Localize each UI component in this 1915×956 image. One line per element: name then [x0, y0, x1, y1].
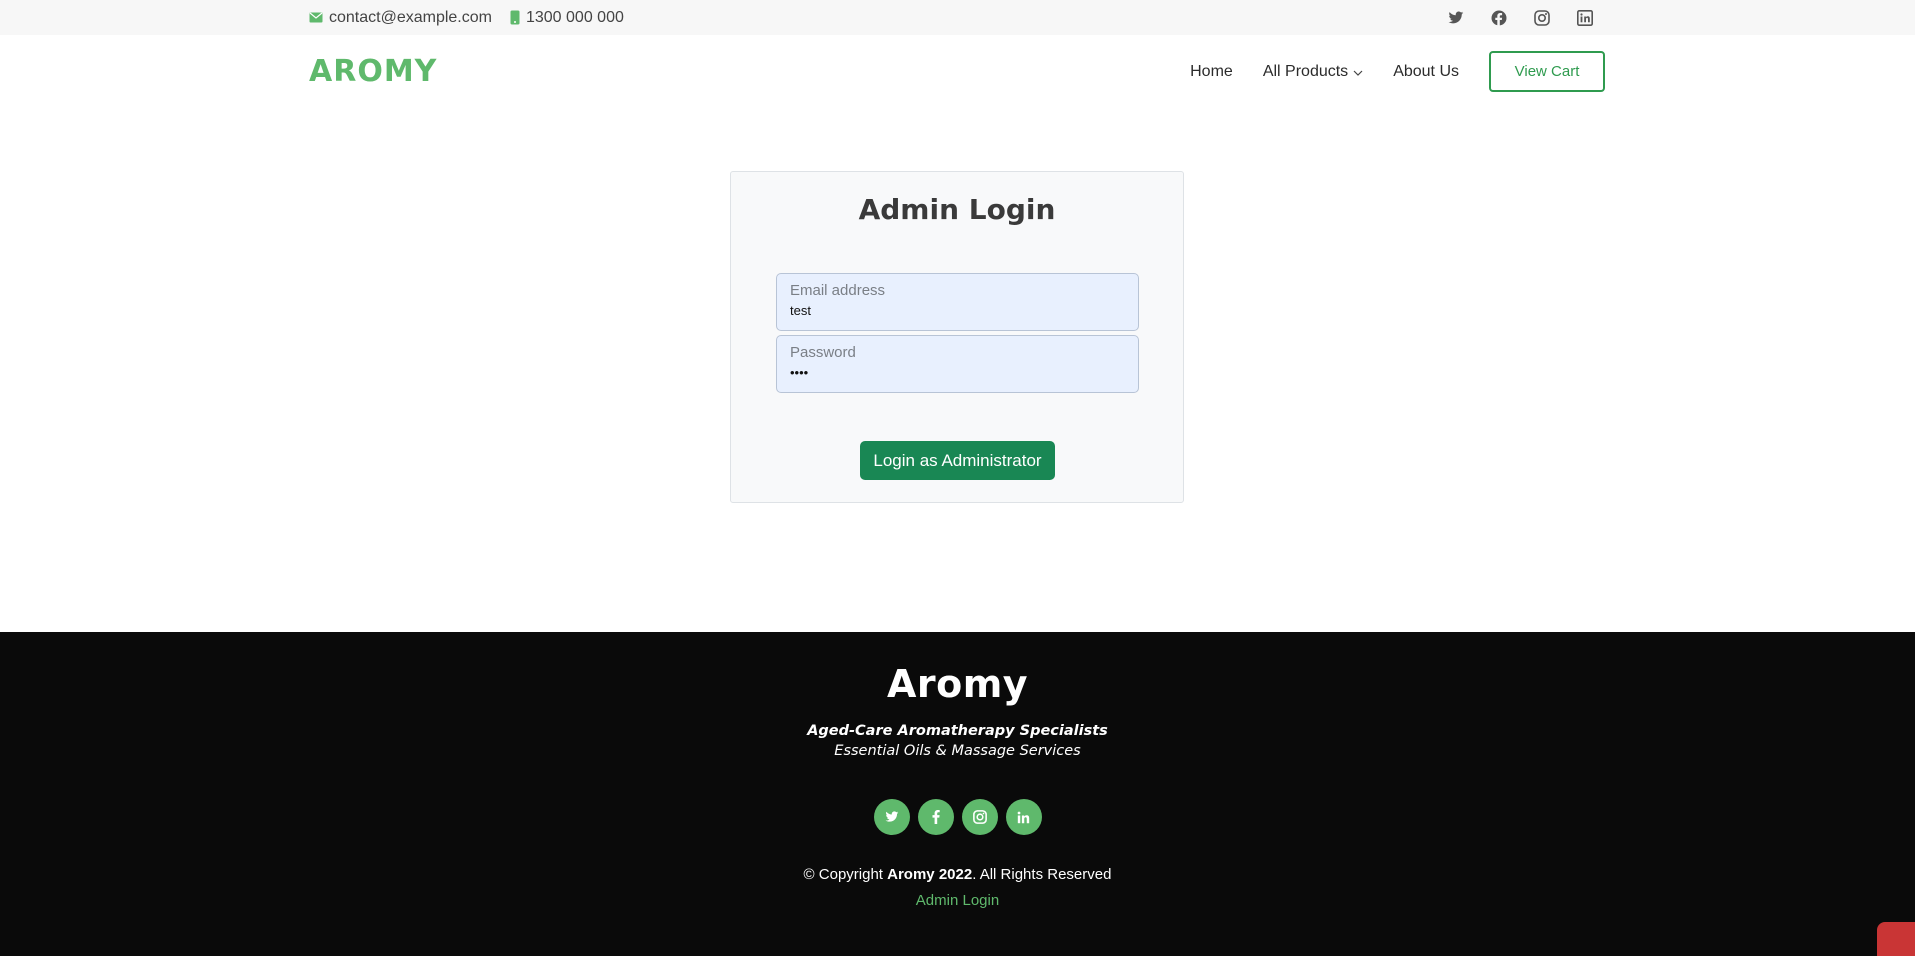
email-field[interactable]: Email address test [776, 273, 1139, 331]
footer-instagram-icon[interactable] [961, 799, 998, 835]
contact-info: contact@example.com 1300 000 000 [309, 9, 624, 27]
corner-widget-icon[interactable] [1877, 922, 1915, 956]
password-label: Password [790, 344, 856, 361]
password-field[interactable]: Password •••• [776, 335, 1139, 393]
top-bar: contact@example.com 1300 000 000 [0, 0, 1915, 35]
linkedin-icon[interactable] [1577, 9, 1593, 26]
main-navbar: AROMY Home All Products About Us View Ca… [0, 35, 1915, 108]
footer-facebook-icon[interactable] [917, 799, 954, 835]
copyright-suffix: . All Rights Reserved [972, 866, 1112, 883]
chevron-down-icon [1353, 63, 1363, 81]
top-social-links [1448, 9, 1593, 26]
footer-tagline: Aged-Care Aromatherapy Specialists [807, 723, 1108, 739]
login-card: Admin Login Email address test Password … [730, 171, 1184, 503]
footer-subtagline: Essential Oils & Massage Services [834, 743, 1081, 759]
view-cart-button[interactable]: View Cart [1489, 51, 1605, 92]
instagram-icon[interactable] [1534, 9, 1550, 26]
site-logo[interactable]: AROMY [309, 54, 437, 89]
nav-all-products[interactable]: All Products [1263, 63, 1363, 81]
contact-phone[interactable]: 1300 000 000 [510, 9, 624, 27]
nav-all-products-label: All Products [1262, 62, 1349, 80]
login-title: Admin Login [858, 193, 1056, 226]
copyright-prefix: © Copyright [803, 866, 888, 883]
copyright-text: © Copyright Aromy 2022. All Rights Reser… [0, 866, 1915, 883]
main-content: Admin Login Email address test Password … [0, 108, 1915, 632]
footer-twitter-icon[interactable] [873, 799, 910, 835]
footer-title: Aromy [886, 662, 1029, 706]
copyright-brand: Aromy 2022 [887, 866, 973, 883]
contact-email[interactable]: contact@example.com [309, 9, 492, 27]
footer-social-links [0, 799, 1915, 835]
envelope-icon [309, 12, 323, 23]
phone-icon [510, 10, 520, 25]
password-input-value[interactable]: •••• [790, 365, 1125, 380]
nav-home[interactable]: Home [1190, 63, 1233, 81]
site-footer: Aromy Aged-Care Aromatherapy Specialists… [0, 632, 1915, 956]
footer-linkedin-icon[interactable] [1005, 799, 1042, 835]
contact-phone-text: 1300 000 000 [525, 8, 624, 26]
nav-links: Home All Products About Us View Cart [1190, 51, 1605, 92]
twitter-icon[interactable] [1448, 11, 1464, 25]
contact-email-text: contact@example.com [329, 8, 492, 26]
facebook-icon[interactable] [1491, 10, 1507, 26]
nav-about-us[interactable]: About Us [1393, 63, 1459, 81]
admin-login-link[interactable]: Admin Login [0, 892, 1915, 909]
email-input-value[interactable]: test [790, 303, 1125, 318]
email-label: Email address [790, 282, 886, 299]
login-button[interactable]: Login as Administrator [860, 441, 1055, 480]
